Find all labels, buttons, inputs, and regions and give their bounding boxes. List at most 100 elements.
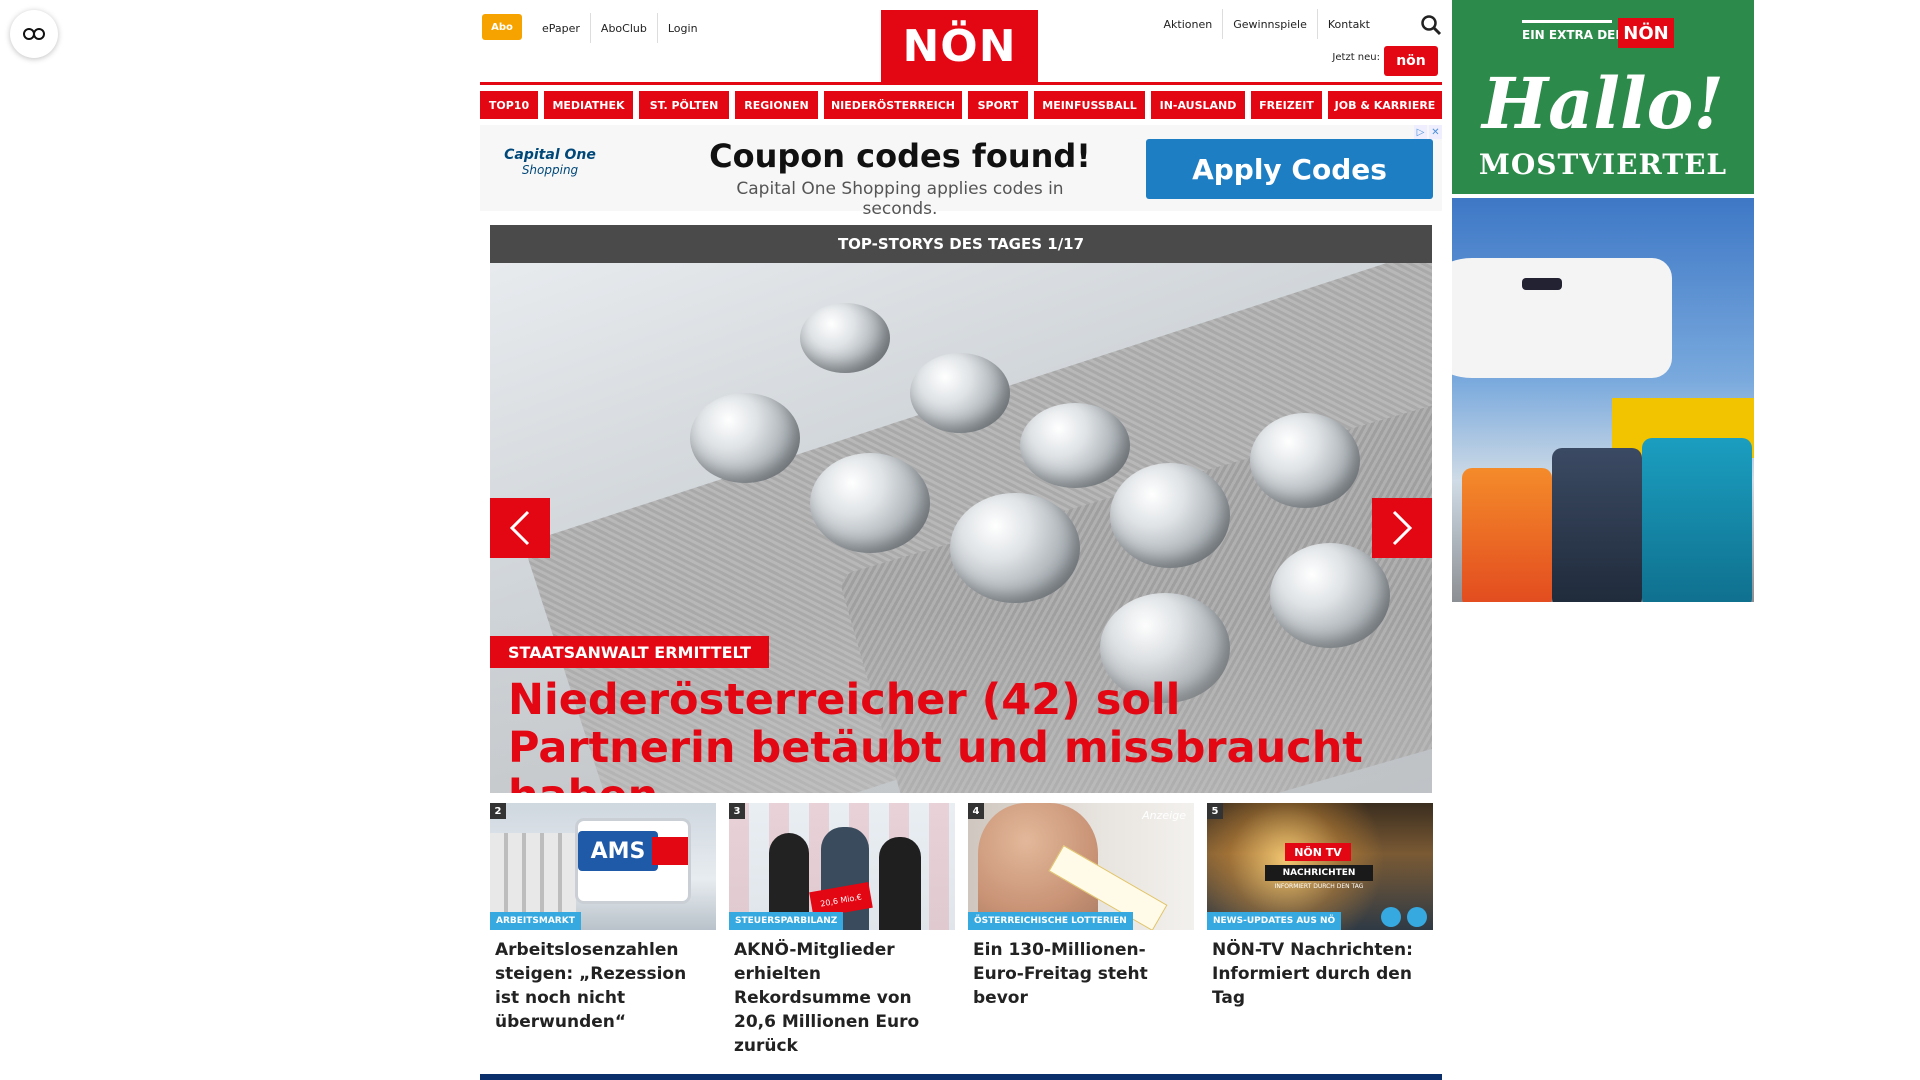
hero-image-detail [690, 393, 800, 483]
search-icon[interactable] [1420, 14, 1442, 36]
side-ad-header: EIN EXTRA DER NÖN Hallo! MOSTVIERTEL [1452, 0, 1754, 194]
ad-banner[interactable]: Capital One Shopping Coupon codes found!… [480, 125, 1442, 219]
epaper-link[interactable]: ePaper [532, 13, 590, 43]
teaser-category-tag: ÖSTERREICHISCHE LOTTERIEN [968, 912, 1133, 930]
nav-item-mediathek[interactable]: MEDIATHEK [544, 91, 633, 119]
teaser-rank: 4 [968, 803, 984, 819]
cockpit-window [1522, 278, 1562, 290]
ad-choices[interactable]: ▷ ✕ [1414, 125, 1442, 139]
nav-item-niederoesterreich[interactable]: NIEDERÖSTERREICH [824, 91, 962, 119]
teaser-title[interactable]: AKNÖ-Mitglieder erhielten Rekordsumme vo… [729, 930, 955, 1058]
ad-headline: Coupon codes found! [709, 137, 1091, 175]
suitcase-image [1552, 448, 1642, 602]
site-logo[interactable]: NÖN [881, 10, 1038, 83]
airplane-image [1452, 258, 1672, 378]
teaser-list: AMS 2 ARBEITSMARKT Arbeitslosenzahlen st… [490, 803, 1433, 1058]
person-figure [879, 837, 921, 930]
non-tv-tagline: INFORMIERT DURCH DEN TAG [1274, 883, 1364, 890]
teaser-card[interactable]: 20,6 Mio.€ 3 STEUERSPARBILANZ AKNÖ-Mitgl… [729, 803, 955, 1058]
gewinnspiele-link[interactable]: Gewinnspiele [1222, 9, 1317, 39]
main-nav: TOP10 MEDIATHEK ST. PÖLTEN REGIONEN NIED… [480, 91, 1442, 119]
ad-brand-logo: Capital One Shopping [500, 147, 600, 177]
nav-item-sport[interactable]: SPORT [968, 91, 1028, 119]
teaser-category-tag: NEWS-UPDATES AUS NÖ [1207, 912, 1342, 930]
hero-image-detail [1250, 413, 1360, 508]
header-divider [480, 82, 1442, 85]
teaser-title[interactable]: Arbeitslosenzahlen steigen: „Rezession i… [490, 930, 716, 1034]
chevron-right-icon [1392, 510, 1413, 546]
sponsored-label: Anzeige [1142, 809, 1186, 822]
section-bar [480, 1074, 1442, 1080]
abo-button[interactable]: Abo [482, 14, 522, 40]
top-links-left: ePaper AboClub Login [532, 12, 708, 44]
hero-category-tag: STAATSANWALT ERMITTELT [490, 636, 769, 668]
apply-codes-button[interactable]: Apply Codes [1146, 139, 1433, 199]
nav-item-top10[interactable]: TOP10 [480, 91, 538, 119]
teaser-rank: 2 [490, 803, 506, 819]
adchoices-icon[interactable]: ▷ [1414, 125, 1427, 139]
non-tv-subtitle: NACHRICHTEN [1265, 865, 1373, 881]
nav-item-st-poelten[interactable]: ST. PÖLTEN [639, 91, 729, 119]
side-ad-photo [1452, 198, 1754, 602]
side-ad-rule [1522, 20, 1612, 23]
main-column: Abo ePaper AboClub Login NÖN Aktionen Ge… [480, 0, 1442, 1080]
suitcase-image [1642, 438, 1752, 602]
nav-item-in-ausland[interactable]: IN-AUSLAND [1151, 91, 1245, 119]
nav-item-meinfussball[interactable]: MEINFUSSBALL [1034, 91, 1145, 119]
hero-story[interactable]: STAATSANWALT ERMITTELT Niederösterreiche… [490, 263, 1432, 793]
teaser-title[interactable]: NÖN-TV Nachrichten: Informiert durch den… [1207, 930, 1433, 1010]
jetzt-neu-label: Jetzt neu: [1332, 52, 1380, 63]
teaser-title[interactable]: Ein 130-Millionen-Euro-Freitag steht bev… [968, 930, 1194, 1010]
ams-sign-accent [652, 837, 688, 865]
top-stories-header: TOP-STORYS DES TAGES 1/17 [490, 225, 1432, 263]
hero-image-detail [950, 493, 1080, 603]
side-ad-extra: EIN EXTRA DER [1522, 28, 1625, 42]
aboclub-link[interactable]: AboClub [589, 13, 657, 43]
kontakt-link[interactable]: Kontakt [1316, 9, 1380, 39]
ams-sign: AMS [578, 821, 688, 901]
header: Abo ePaper AboClub Login NÖN Aktionen Ge… [480, 0, 1442, 85]
nav-item-freizeit[interactable]: FREIZEIT [1251, 91, 1322, 119]
teaser-image[interactable]: AMS 2 ARBEITSMARKT [490, 803, 716, 930]
teaser-card[interactable]: NÖN TV NACHRICHTEN INFORMIERT DURCH DEN … [1207, 803, 1433, 1058]
non-tv-logo: NÖN TV [1285, 843, 1351, 861]
camera-icon [1381, 907, 1401, 927]
teaser-rank: 5 [1207, 803, 1223, 819]
hero-image-detail [1110, 463, 1230, 568]
nav-item-regionen[interactable]: REGIONEN [735, 91, 818, 119]
side-ad-region: MOSTVIERTEL [1478, 148, 1728, 181]
accessibility-icon [23, 28, 45, 40]
carousel-next-button[interactable] [1372, 498, 1432, 558]
teaser-image[interactable]: 20,6 Mio.€ 3 STEUERSPARBILANZ [729, 803, 955, 930]
hero-image-detail [800, 303, 890, 373]
hero-image-detail [910, 353, 1010, 433]
chevron-left-icon [509, 510, 530, 546]
side-ad[interactable]: EIN EXTRA DER NÖN Hallo! MOSTVIERTEL [1452, 0, 1754, 602]
login-link[interactable]: Login [656, 13, 708, 43]
close-icon[interactable]: ✕ [1429, 125, 1442, 139]
teaser-image[interactable]: 4 Anzeige ÖSTERREICHISCHE LOTTERIEN [968, 803, 1194, 930]
side-ad-hallo: Hallo! [1481, 62, 1725, 145]
play-icon [1407, 907, 1427, 927]
hero-image-detail [810, 453, 930, 553]
teaser-rank: 3 [729, 803, 745, 819]
ad-subline: Capital One Shopping applies codes in se… [736, 179, 1064, 219]
teaser-image[interactable]: NÖN TV NACHRICHTEN INFORMIERT DURCH DEN … [1207, 803, 1433, 930]
suitcase-image [1462, 468, 1552, 602]
side-ad-badge: NÖN [1618, 18, 1674, 48]
jetzt-neu-badge[interactable]: nön [1384, 46, 1438, 76]
teaser-card[interactable]: AMS 2 ARBEITSMARKT Arbeitslosenzahlen st… [490, 803, 716, 1058]
teaser-category-tag: STEUERSPARBILANZ [729, 912, 844, 930]
aktionen-link[interactable]: Aktionen [1154, 9, 1223, 39]
top-links-right: Aktionen Gewinnspiele Kontakt [1154, 8, 1380, 40]
nav-item-job-karriere[interactable]: JOB & KARRIERE [1328, 91, 1442, 119]
ams-sign-text: AMS [578, 831, 658, 871]
teaser-card[interactable]: 4 Anzeige ÖSTERREICHISCHE LOTTERIEN Ein … [968, 803, 1194, 1058]
accessibility-button[interactable] [10, 10, 58, 58]
teaser-category-tag: ARBEITSMARKT [490, 912, 581, 930]
hero-headline[interactable]: Niederösterreicher (42) soll Partnerin b… [508, 676, 1408, 793]
ad-brand-line1: Capital One [504, 147, 596, 163]
ad-brand-line2: Shopping [521, 163, 579, 177]
hero-image-detail [1020, 403, 1130, 488]
carousel-prev-button[interactable] [490, 498, 550, 558]
